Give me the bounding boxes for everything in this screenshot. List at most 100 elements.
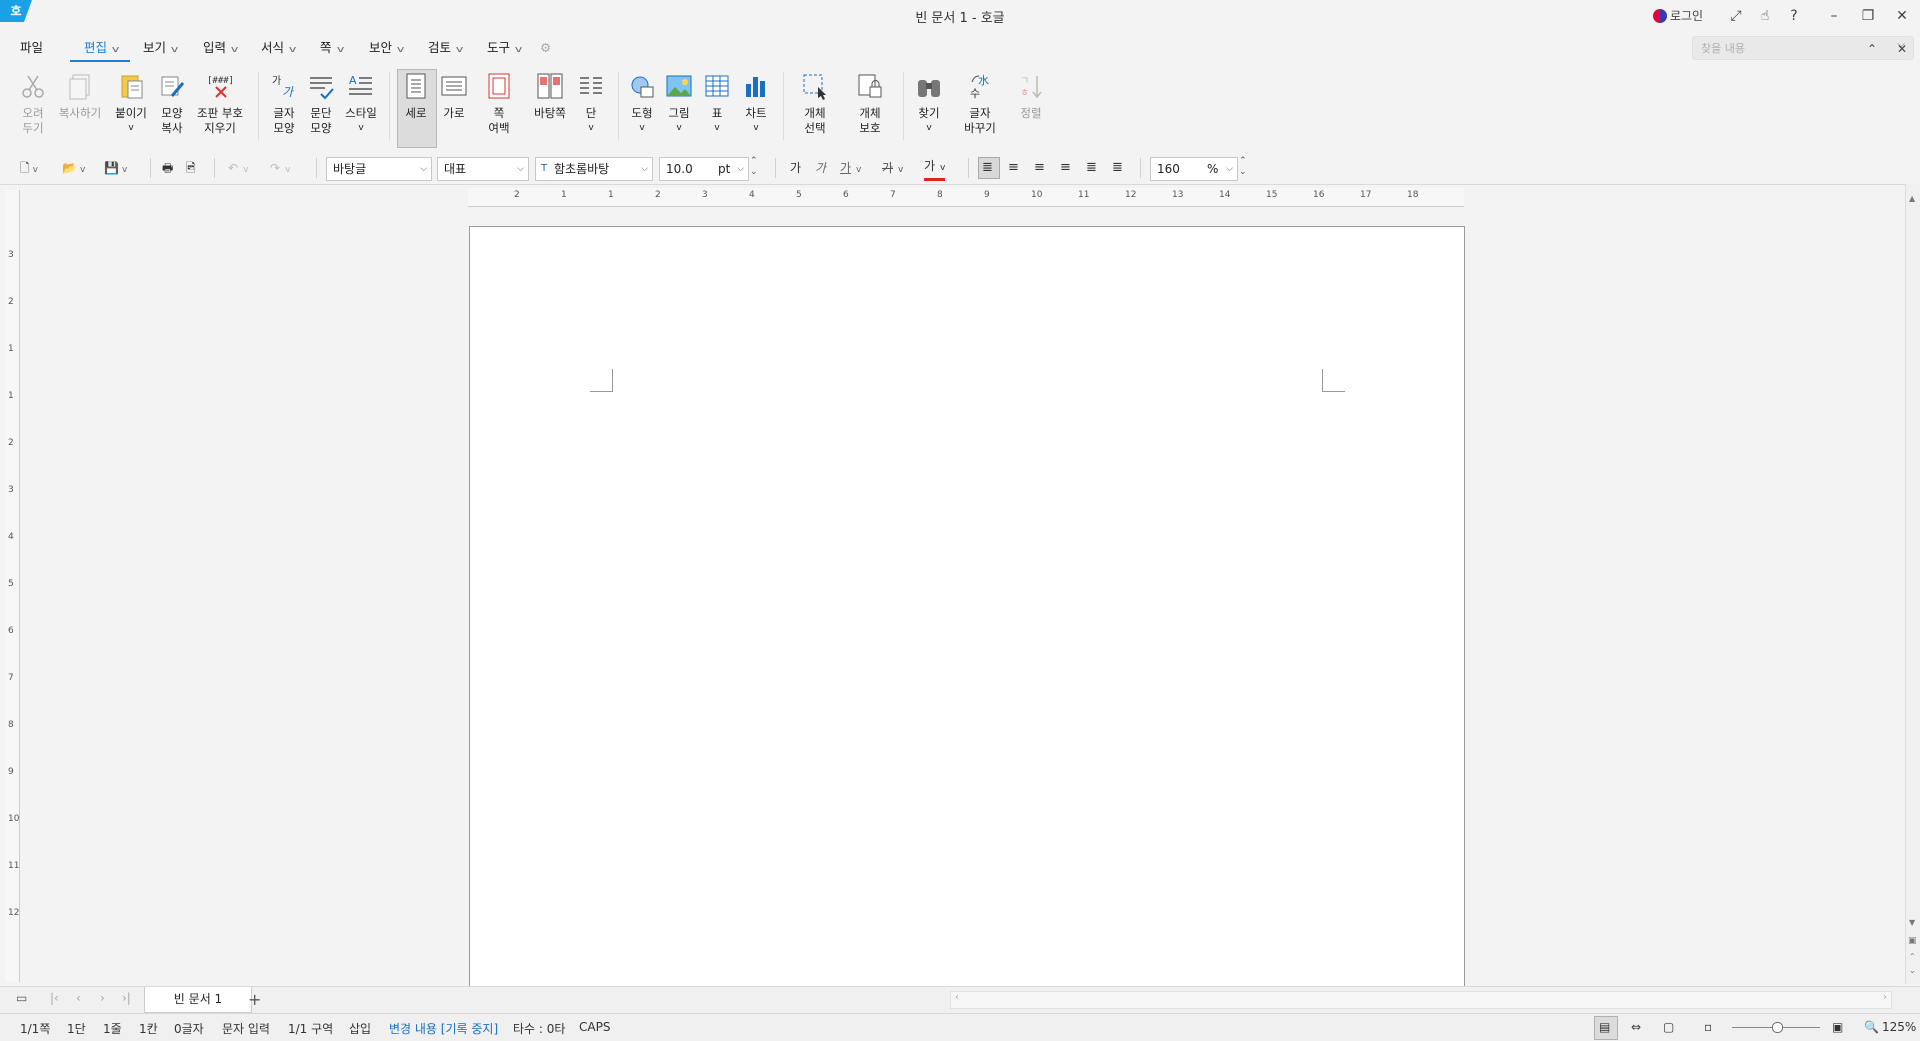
chevron-down-icon: v: [396, 45, 405, 55]
status-zoom[interactable]: 125%: [1882, 1020, 1916, 1034]
zoom-out-icon[interactable]: ▫: [1704, 1020, 1712, 1034]
open-folder-icon[interactable]: 📂 v: [62, 158, 85, 178]
ruler-number: 7: [8, 673, 14, 683]
bold-icon[interactable]: 가: [790, 158, 801, 178]
zoom-in-icon[interactable]: ▣: [1832, 1020, 1843, 1034]
chart-button[interactable]: 차트 v: [733, 72, 779, 136]
ruler-number: 7: [890, 190, 896, 200]
replace-button[interactable]: 水수 글자 바꾸기: [954, 72, 1006, 136]
scroll-down-icon[interactable]: ▼: [1909, 918, 1915, 927]
menu-tab-label: 편집: [84, 40, 108, 55]
status-section[interactable]: 1/1 구역: [288, 1020, 333, 1037]
collapse-ribbon-icon[interactable]: ⌃: [1862, 38, 1882, 60]
status-insert[interactable]: 삽입: [349, 1020, 371, 1037]
fullscreen-icon[interactable]: ⤢: [1726, 5, 1746, 27]
status-page[interactable]: 1/1쪽: [20, 1020, 50, 1037]
align-center-icon[interactable]: ≡: [1034, 158, 1045, 178]
undo-icon[interactable]: ↶ v: [228, 158, 248, 178]
menu-tab-tools[interactable]: 도구 v: [487, 38, 522, 58]
document-page[interactable]: [469, 226, 1465, 987]
master-page-button[interactable]: 바탕쪽: [526, 72, 574, 121]
clear-codes-button[interactable]: [###] 조판 부호 지우기: [194, 72, 246, 136]
restore-icon[interactable]: ❐: [1858, 5, 1878, 27]
line-spacing-combo[interactable]: 160% ⌵: [1150, 157, 1238, 181]
menu-tab-input[interactable]: 입력 v: [203, 38, 239, 58]
redo-icon[interactable]: ↷ v: [270, 158, 290, 178]
cut-label-2: 두기: [22, 121, 44, 135]
picture-icon: [665, 72, 693, 100]
menu-tab-edit[interactable]: 편집 v: [84, 38, 120, 58]
select-browse-object-icon[interactable]: ▣: [1908, 936, 1917, 946]
scroll-right-icon[interactable]: ›: [1883, 992, 1887, 1003]
last-tab-icon[interactable]: ›|: [122, 991, 131, 1005]
scroll-up-icon[interactable]: ▲: [1909, 194, 1915, 203]
columns-button[interactable]: 단 v: [568, 72, 614, 136]
help-icon[interactable]: ?: [1784, 5, 1804, 27]
align-left-icon[interactable]: ≡: [1008, 158, 1019, 178]
chevron-down-icon: v: [230, 45, 239, 55]
page-margin-button[interactable]: 쪽 여백: [476, 72, 522, 136]
save-icon[interactable]: 💾 v: [104, 158, 127, 178]
page-width-view-icon[interactable]: ⇔: [1631, 1020, 1641, 1034]
cut-button[interactable]: 오려 두기: [10, 72, 56, 136]
paste-button[interactable]: 붙이기 v: [108, 72, 154, 136]
next-page-icon[interactable]: ⌄: [1909, 966, 1916, 975]
ruler-number: 5: [8, 579, 14, 589]
font-color-icon[interactable]: 가v: [924, 158, 946, 181]
menu-tab-security[interactable]: 보안 v: [369, 38, 405, 58]
underline-icon[interactable]: 가v: [840, 158, 861, 178]
style-button[interactable]: A 스타일 v: [338, 72, 384, 136]
split-align-icon[interactable]: ≣: [1112, 158, 1123, 178]
touch-mode-icon[interactable]: ☝: [1755, 5, 1775, 27]
protect-object-button[interactable]: 개체 보호: [846, 72, 894, 136]
magnifier-icon[interactable]: 🔍: [1864, 1020, 1879, 1034]
style-combo[interactable]: 바탕글 ⌵: [326, 157, 432, 181]
new-document-icon[interactable]: 🗋 v: [20, 158, 38, 178]
close-ribbon-icon[interactable]: ✕: [1892, 38, 1912, 60]
distribute-align-icon[interactable]: ≣: [1086, 158, 1097, 178]
full-page-view-icon[interactable]: ▢: [1663, 1020, 1674, 1034]
menu-tab-view[interactable]: 보기 v: [143, 38, 178, 58]
copy-button[interactable]: 복사하기: [56, 72, 104, 121]
add-tab-icon[interactable]: +: [248, 990, 261, 1009]
sort-button[interactable]: ㄱㅎ 정렬: [1008, 72, 1054, 121]
menu-tab-page[interactable]: 쪽v: [320, 38, 344, 58]
view-mode-icon[interactable]: ▭: [16, 991, 27, 1005]
find-button[interactable]: 찾기 v: [906, 72, 952, 136]
select-object-button[interactable]: 개체 선택: [791, 72, 839, 136]
previous-tab-icon[interactable]: ‹: [76, 991, 81, 1005]
menu-tab-label: 쪽: [320, 40, 332, 55]
font-combo[interactable]: 함초롬바탕 T ⌵: [535, 157, 653, 181]
align-right-icon[interactable]: ≡: [1060, 158, 1071, 178]
line-spacing-stepper[interactable]: ⌃ ⌄: [1239, 156, 1247, 178]
menu-tab-format[interactable]: 서식 v: [261, 38, 296, 58]
vertical-ruler[interactable]: 3 2 1 1 2 3 4 5 6 7 8 9 10 11 12: [5, 190, 20, 982]
vertical-scrollbar[interactable]: ▲ ▼ ▣ ⌃ ⌄: [1905, 184, 1920, 984]
print-preview-icon[interactable]: 🖻: [186, 158, 196, 178]
previous-page-icon[interactable]: ⌃: [1909, 952, 1916, 961]
horizontal-scrollbar[interactable]: ‹ ›: [950, 991, 1892, 1009]
chevron-down-icon: v: [111, 45, 120, 55]
font-size-combo[interactable]: 10.0 pt ⌵: [659, 157, 749, 181]
minimize-icon[interactable]: –: [1824, 5, 1844, 27]
next-tab-icon[interactable]: ›: [100, 991, 105, 1005]
document-tab[interactable]: 빈 문서 1: [144, 987, 252, 1013]
ruler-number: 8: [8, 720, 14, 730]
language-combo[interactable]: 대표 ⌵: [437, 157, 529, 181]
close-icon[interactable]: ✕: [1892, 5, 1912, 27]
scroll-left-icon[interactable]: ‹: [955, 992, 959, 1003]
menu-file[interactable]: 파일: [20, 38, 43, 58]
zoom-slider-thumb[interactable]: [1772, 1022, 1783, 1033]
status-track-changes[interactable]: 변경 내용 [기록 중지]: [389, 1020, 498, 1037]
puzzle-icon[interactable]: ⚙: [540, 38, 551, 58]
strikethrough-icon[interactable]: 가v: [882, 158, 903, 178]
horizontal-ruler[interactable]: 2 1 1 2 3 4 5 6 7 8 9 10 11 12 13 14 15 16 17 18: [468, 188, 1464, 207]
print-icon[interactable]: 🖶: [162, 158, 173, 178]
format-copy-button[interactable]: 모양 복사: [149, 72, 195, 136]
landscape-button[interactable]: 가로: [431, 72, 477, 121]
italic-icon[interactable]: 가: [815, 158, 826, 178]
first-tab-icon[interactable]: |‹: [50, 991, 59, 1005]
menu-tab-review[interactable]: 검토 v: [428, 38, 463, 58]
font-size-stepper[interactable]: ⌃ ⌄: [750, 156, 758, 178]
login-button[interactable]: 로그인: [1648, 5, 1708, 27]
